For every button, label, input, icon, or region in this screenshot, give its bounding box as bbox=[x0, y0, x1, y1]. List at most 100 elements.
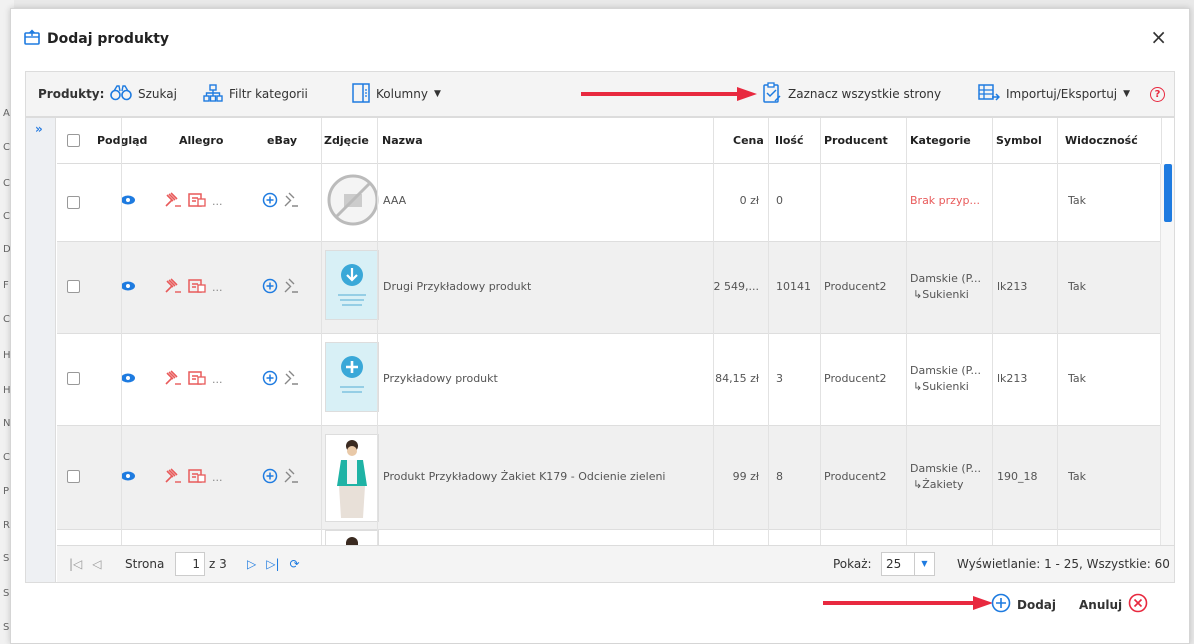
column-header-quantity[interactable]: Ilość bbox=[775, 118, 804, 164]
close-button[interactable]: × bbox=[1150, 25, 1167, 49]
allegro-listing-icon[interactable] bbox=[188, 278, 206, 297]
plus-circle-icon[interactable] bbox=[262, 278, 278, 297]
table-row[interactable]: ... AAA 0 zł 0 Brak przyp... Tak bbox=[57, 164, 1160, 242]
column-divider bbox=[820, 118, 821, 545]
select-all-checkbox[interactable] bbox=[67, 134, 80, 148]
column-header-symbol[interactable]: Symbol bbox=[996, 118, 1042, 164]
chevron-down-icon[interactable]: ▼ bbox=[915, 552, 935, 576]
allegro-gavel-icon[interactable] bbox=[164, 278, 182, 297]
allegro-more[interactable]: ... bbox=[212, 195, 223, 208]
plus-circle-icon[interactable] bbox=[262, 468, 278, 487]
select-all-pages-button[interactable]: Zaznacz wszystkie strony bbox=[762, 72, 941, 116]
ebay-actions[interactable] bbox=[262, 468, 299, 487]
import-export-label: Importuj/Eksportuj bbox=[1006, 87, 1118, 101]
allegro-more[interactable]: ... bbox=[212, 471, 223, 484]
cancel-label: Anuluj bbox=[1079, 597, 1123, 612]
allegro-listing-icon[interactable] bbox=[188, 468, 206, 487]
eye-icon[interactable] bbox=[120, 194, 136, 206]
column-divider bbox=[1057, 118, 1058, 545]
column-header-ebay[interactable]: eBay bbox=[267, 118, 297, 164]
help-button[interactable]: ? bbox=[1150, 72, 1165, 116]
dialog-title: Dodaj produkty bbox=[23, 27, 169, 51]
product-name: Produkt Przykładowy Żakiet K179 - Odcien… bbox=[383, 470, 666, 483]
allegro-gavel-icon[interactable] bbox=[164, 192, 182, 211]
category-filter-button[interactable]: Filtr kategorii bbox=[203, 72, 308, 116]
column-header-visibility[interactable]: Widoczność bbox=[1065, 118, 1138, 164]
table-row[interactable] bbox=[57, 530, 1160, 545]
ebay-actions[interactable] bbox=[262, 278, 299, 297]
page-size-value[interactable]: 25 bbox=[881, 552, 915, 576]
pager-nav-forward: ▷ ▷| ⟳ bbox=[247, 546, 300, 582]
next-page-icon[interactable]: ▷ bbox=[247, 557, 256, 571]
eye-icon[interactable] bbox=[120, 372, 136, 384]
allegro-more[interactable]: ... bbox=[212, 281, 223, 294]
refresh-icon[interactable]: ⟳ bbox=[290, 557, 300, 571]
eye-icon[interactable] bbox=[120, 280, 136, 292]
product-quantity: 10141 bbox=[776, 280, 811, 293]
partial-thumbnail bbox=[325, 530, 379, 545]
model-photo-image bbox=[325, 434, 379, 522]
background-letter: S bbox=[3, 588, 10, 599]
product-box-icon bbox=[23, 28, 41, 50]
table-row[interactable]: ... Przykładowy produkt 84,15 zł 3 Produ… bbox=[57, 334, 1160, 426]
page-number-input[interactable]: 1 bbox=[175, 552, 205, 576]
column-divider bbox=[768, 118, 769, 545]
gavel-icon[interactable] bbox=[283, 468, 299, 487]
allegro-actions[interactable]: ... bbox=[164, 192, 223, 211]
allegro-gavel-icon[interactable] bbox=[164, 468, 182, 487]
gavel-icon[interactable] bbox=[283, 192, 299, 211]
ebay-actions[interactable] bbox=[262, 192, 299, 211]
row-checkbox[interactable] bbox=[67, 280, 80, 293]
eye-icon[interactable] bbox=[120, 470, 136, 482]
last-page-icon[interactable]: ▷| bbox=[266, 557, 279, 571]
allegro-listing-icon[interactable] bbox=[188, 192, 206, 211]
select-all-pages-label: Zaznacz wszystkie strony bbox=[788, 87, 942, 101]
background-letter: C bbox=[3, 178, 10, 189]
column-header-categories[interactable]: Kategorie bbox=[910, 118, 971, 164]
vertical-scrollbar[interactable] bbox=[1160, 164, 1174, 582]
allegro-more[interactable]: ... bbox=[212, 373, 223, 386]
column-header-image[interactable]: Zdjęcie bbox=[324, 118, 369, 164]
pager: |◁ ◁ Strona 1 z 3 ▷ ▷| ⟳ Pokaż: 25 ▼ Wyś… bbox=[57, 545, 1174, 582]
row-checkbox[interactable] bbox=[67, 372, 80, 385]
product-producer: Producent2 bbox=[824, 470, 887, 483]
search-label: Szukaj bbox=[138, 87, 177, 101]
search-button[interactable]: Szukaj bbox=[110, 72, 177, 116]
import-export-dropdown[interactable]: Importuj/Eksportuj ▼ bbox=[978, 72, 1130, 116]
allegro-actions[interactable]: ... bbox=[164, 370, 223, 389]
row-checkbox[interactable] bbox=[67, 470, 80, 483]
product-category: Damskie (P... bbox=[910, 462, 982, 475]
cancel-button[interactable]: Anuluj bbox=[1079, 593, 1148, 616]
plus-circle-icon[interactable] bbox=[262, 192, 278, 211]
page-number-input-wrap[interactable]: 1 bbox=[175, 546, 205, 582]
first-page-icon[interactable]: |◁ bbox=[69, 557, 82, 571]
plus-circle-icon[interactable] bbox=[262, 370, 278, 389]
columns-dropdown[interactable]: Kolumny ▼ bbox=[352, 72, 441, 116]
column-header-name[interactable]: Nazwa bbox=[382, 118, 423, 164]
column-header-producer[interactable]: Producent bbox=[824, 118, 888, 164]
row-checkbox[interactable] bbox=[67, 196, 80, 209]
add-button[interactable]: Dodaj bbox=[991, 593, 1056, 616]
allegro-gavel-icon[interactable] bbox=[164, 370, 182, 389]
gavel-icon[interactable] bbox=[283, 278, 299, 297]
background-letter: S bbox=[3, 553, 10, 564]
scrollbar-thumb[interactable] bbox=[1164, 164, 1172, 222]
gavel-icon[interactable] bbox=[283, 370, 299, 389]
pager-summary: Wyświetlanie: 1 - 25, Wszystkie: 60 bbox=[957, 557, 1170, 571]
allegro-actions[interactable]: ... bbox=[164, 278, 223, 297]
binoculars-icon bbox=[110, 84, 132, 104]
previous-page-icon[interactable]: ◁ bbox=[92, 557, 101, 571]
table-row[interactable]: ... Produkt Przykładowy Żakiet K179 - Od… bbox=[57, 426, 1160, 530]
products-grid: » Podgląd Allegro eBay Zdjęcie Nazwa Cen… bbox=[25, 117, 1175, 583]
allegro-actions[interactable]: ... bbox=[164, 468, 223, 487]
ebay-actions[interactable] bbox=[262, 370, 299, 389]
product-visibility: Tak bbox=[1068, 280, 1087, 293]
product-price: 99 zł bbox=[732, 470, 759, 483]
page-size-select[interactable]: 25 ▼ bbox=[881, 546, 935, 582]
column-header-allegro[interactable]: Allegro bbox=[179, 118, 223, 164]
allegro-listing-icon[interactable] bbox=[188, 370, 206, 389]
expand-panel-icon[interactable]: » bbox=[35, 122, 43, 136]
table-row[interactable]: ... Drugi Przykładowy produkt 2 549,... … bbox=[57, 242, 1160, 334]
column-header-preview[interactable]: Podgląd bbox=[97, 118, 147, 164]
column-header-price[interactable]: Cena bbox=[733, 118, 764, 164]
